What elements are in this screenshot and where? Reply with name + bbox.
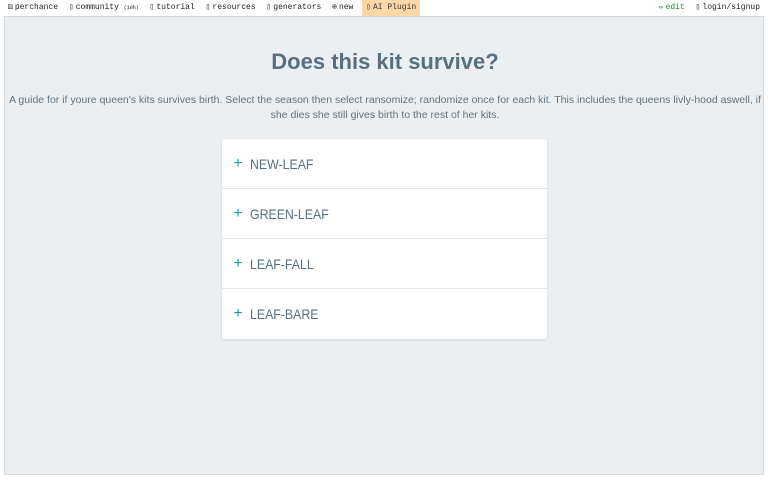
plus-icon: + bbox=[233, 154, 243, 172]
nav-login-signup-label: login/signup bbox=[702, 3, 760, 12]
chat-icon: ▯ bbox=[68, 3, 74, 12]
plus-icon: + bbox=[233, 305, 243, 322]
top-nav-right: ✏ edit ▯ login/signup bbox=[659, 0, 760, 16]
accordion-item-label: NEW-LEAF bbox=[250, 155, 314, 172]
plus-icon: + bbox=[233, 254, 243, 272]
page-title: Does this kit survive? bbox=[271, 49, 499, 74]
nav-perchance-label: perchance bbox=[14, 3, 59, 12]
accordion-item-leaf-fall[interactable]: + LEAF-FALL bbox=[222, 239, 547, 289]
top-nav-bar: ⚄ perchance ▯ community (10h) ▯ tutorial ▯ r… bbox=[0, 0, 768, 16]
nav-tutorial[interactable]: ▯ tutorial bbox=[150, 0, 195, 16]
nav-generators-label: generators bbox=[273, 3, 322, 12]
accordion-item-green-leaf[interactable]: + GREEN-LEAF bbox=[222, 189, 547, 239]
dice-icon: ⚄ bbox=[8, 3, 13, 12]
accordion-item-label: GREEN-LEAF bbox=[250, 205, 329, 222]
pencil-icon: ✏ bbox=[658, 3, 664, 12]
robot-icon: ▯ bbox=[366, 3, 371, 12]
nav-perchance[interactable]: ⚄ perchance bbox=[8, 0, 58, 16]
nav-edit-label: edit bbox=[665, 3, 685, 12]
nav-community[interactable]: ▯ community (10h) bbox=[69, 0, 139, 16]
plus-circle-icon: ⊕ bbox=[332, 3, 337, 12]
nav-tutorial-label: tutorial bbox=[156, 3, 195, 12]
nav-community-label: community bbox=[75, 3, 119, 12]
nav-new[interactable]: ⊕ new bbox=[332, 0, 353, 16]
page-description: A guide for if youre queen's kits surviv… bbox=[9, 94, 761, 121]
season-accordion: + NEW-LEAF + GREEN-LEAF + LEAF-FALL + LE… bbox=[222, 139, 547, 339]
accordion-item-new-leaf[interactable]: + NEW-LEAF bbox=[222, 139, 547, 189]
community-badge: (10h) bbox=[123, 5, 139, 11]
accordion-item-leaf-bare[interactable]: + LEAF-BARE bbox=[222, 289, 547, 339]
nav-resources[interactable]: ▯ resources bbox=[206, 0, 256, 16]
nav-new-label: new bbox=[338, 3, 354, 12]
top-nav-left: ⚄ perchance ▯ community (10h) ▯ tutorial ▯ r… bbox=[8, 0, 426, 16]
nav-login-signup[interactable]: ▯ login/signup bbox=[696, 0, 760, 16]
nav-resources-label: resources bbox=[212, 3, 256, 12]
generator-frame: Does this kit survive? A guide for if yo… bbox=[4, 16, 764, 475]
nav-ai-plugin[interactable]: ▯ AI Plugin bbox=[362, 0, 421, 16]
list-icon: ▯ bbox=[266, 3, 272, 12]
accordion-item-label: LEAF-FALL bbox=[250, 255, 314, 272]
nav-edit[interactable]: ✏ edit bbox=[659, 0, 685, 16]
nav-ai-plugin-label: AI Plugin bbox=[372, 3, 417, 12]
user-icon: ▯ bbox=[695, 3, 701, 12]
plus-icon: + bbox=[233, 204, 243, 222]
folder-icon: ▯ bbox=[205, 3, 211, 12]
accordion-item-label: LEAF-BARE bbox=[250, 306, 319, 322]
book-icon: ▯ bbox=[149, 3, 155, 12]
nav-generators[interactable]: ▯ generators bbox=[266, 0, 321, 16]
